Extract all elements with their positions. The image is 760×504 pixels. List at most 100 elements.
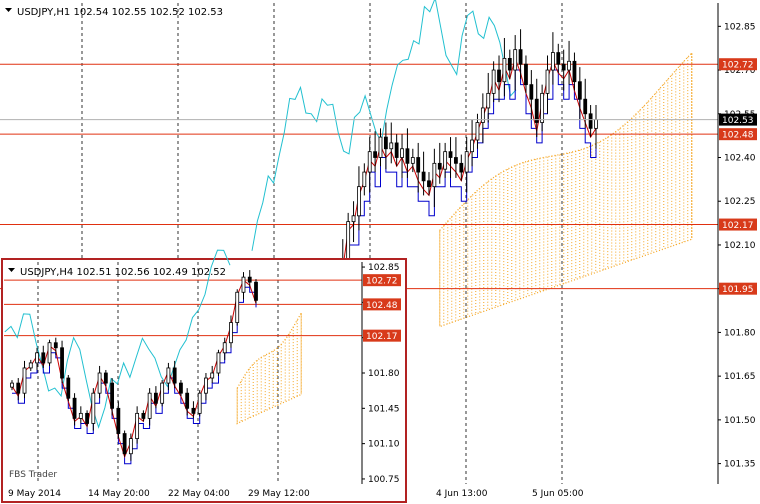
y-tick-label: 101.35 [724,460,756,470]
y-tick-label: 101.65 [724,372,756,382]
candle-body [410,157,415,164]
candle-body [480,107,485,123]
ichimoku-cloud [439,51,693,328]
candle-body [389,142,394,150]
candle-body [247,276,252,283]
level-label: 102.72 [366,277,398,287]
candle-body [362,171,367,188]
candle-body [567,60,571,71]
candle-body [147,392,152,419]
candle-body [421,171,426,182]
candle-body [103,372,108,384]
candle-body [22,367,27,394]
y-tick-label: 100.75 [368,475,400,485]
candle-body [122,433,127,455]
candle-body [373,151,378,158]
candle-body [28,362,33,369]
candle-body [518,49,523,65]
candle-body [216,352,221,374]
candle-body [529,84,534,100]
y-tick-label: 102.85 [724,22,756,32]
x-tick-label: 5 Jun 05:00 [532,489,584,499]
candle-body [128,438,133,455]
candle-body [383,136,388,150]
candle-body [235,291,240,323]
y-tick-label: 102.25 [724,197,756,207]
candle-body [10,382,14,388]
chart-canvas: 102.85102.70102.55102.40102.25102.10101.… [0,0,757,503]
candle-body [116,407,121,434]
candle-body [588,113,593,129]
candle-body [210,372,215,379]
h4-inset-chart: 102.85102.50102.15101.80101.45101.10100.… [1,249,407,503]
candle-body [47,342,52,364]
y-tick-label: 101.10 [368,440,400,450]
current-price-label: 102.53 [722,116,754,126]
candle-body [394,142,399,158]
candle-body [85,412,89,424]
candle-body [254,281,258,301]
candle-body [464,151,469,173]
candle-body [405,148,410,164]
candle-body [172,367,177,384]
y-tick-label: 102.85 [368,263,400,273]
candle-body [229,322,233,344]
y-tick-label: 101.50 [724,416,756,426]
candle-body [432,162,437,188]
candle-body [577,81,582,100]
candle-body [91,392,96,424]
candle-body [427,180,431,188]
candle-body [110,382,115,409]
candle-body [550,52,555,71]
h1-chart-title: USDJPY,H1 102.54 102.55 102.52 102.53 [17,7,223,18]
candle-body [524,63,528,86]
y-tick-label: 102.10 [724,241,756,251]
candle-body [60,347,64,379]
candle-body [502,57,507,83]
candle-body [191,407,196,414]
x-tick-label: 4 Jun 13:00 [436,489,488,499]
candle-body [572,60,577,83]
candle-body [513,49,518,71]
candle-body [141,412,146,419]
candle-body [35,352,39,364]
candle-body [416,157,421,173]
h4-footer-label: FBS Trader [9,470,57,480]
candle-body [400,148,404,158]
candle-body [222,342,227,354]
candle-body [561,63,566,71]
candle-body [486,92,491,109]
candle-body [53,342,58,349]
y-tick-label: 101.80 [724,328,756,338]
candle-body [594,119,598,129]
candle-body [545,69,550,94]
h1-symbol-arrow-icon[interactable] [5,8,12,12]
candle-body [160,382,165,404]
candle-body [41,352,46,364]
candle-body [135,412,140,439]
candle-body [507,57,512,71]
candle-body [497,69,501,83]
candle-body [241,276,246,293]
candle-body [367,151,372,173]
candle-body [459,162,464,173]
candle-body [72,397,77,419]
candle-body [443,151,448,170]
x-tick-label: 22 May 04:00 [168,489,230,499]
candle-body [540,92,545,123]
candle-body [534,98,539,123]
candle-body [153,392,158,404]
candle-body [475,122,480,141]
y-tick-label: 102.40 [724,154,756,164]
candle-body [351,215,356,223]
x-tick-label: 9 May 2014 [8,489,61,499]
candle-body [16,382,21,394]
level-label: 101.95 [722,285,754,295]
level-label: 102.17 [366,332,398,342]
h1-price-axis: 102.85102.70102.55102.40102.25102.10101.… [717,3,757,484]
y-tick-label: 101.45 [368,404,400,414]
h4-chart-title: USDJPY,H4 102.51 102.56 102.49 102.52 [20,267,226,278]
candle-body [66,377,71,399]
candle-body [166,367,171,384]
candle-body [556,52,561,65]
